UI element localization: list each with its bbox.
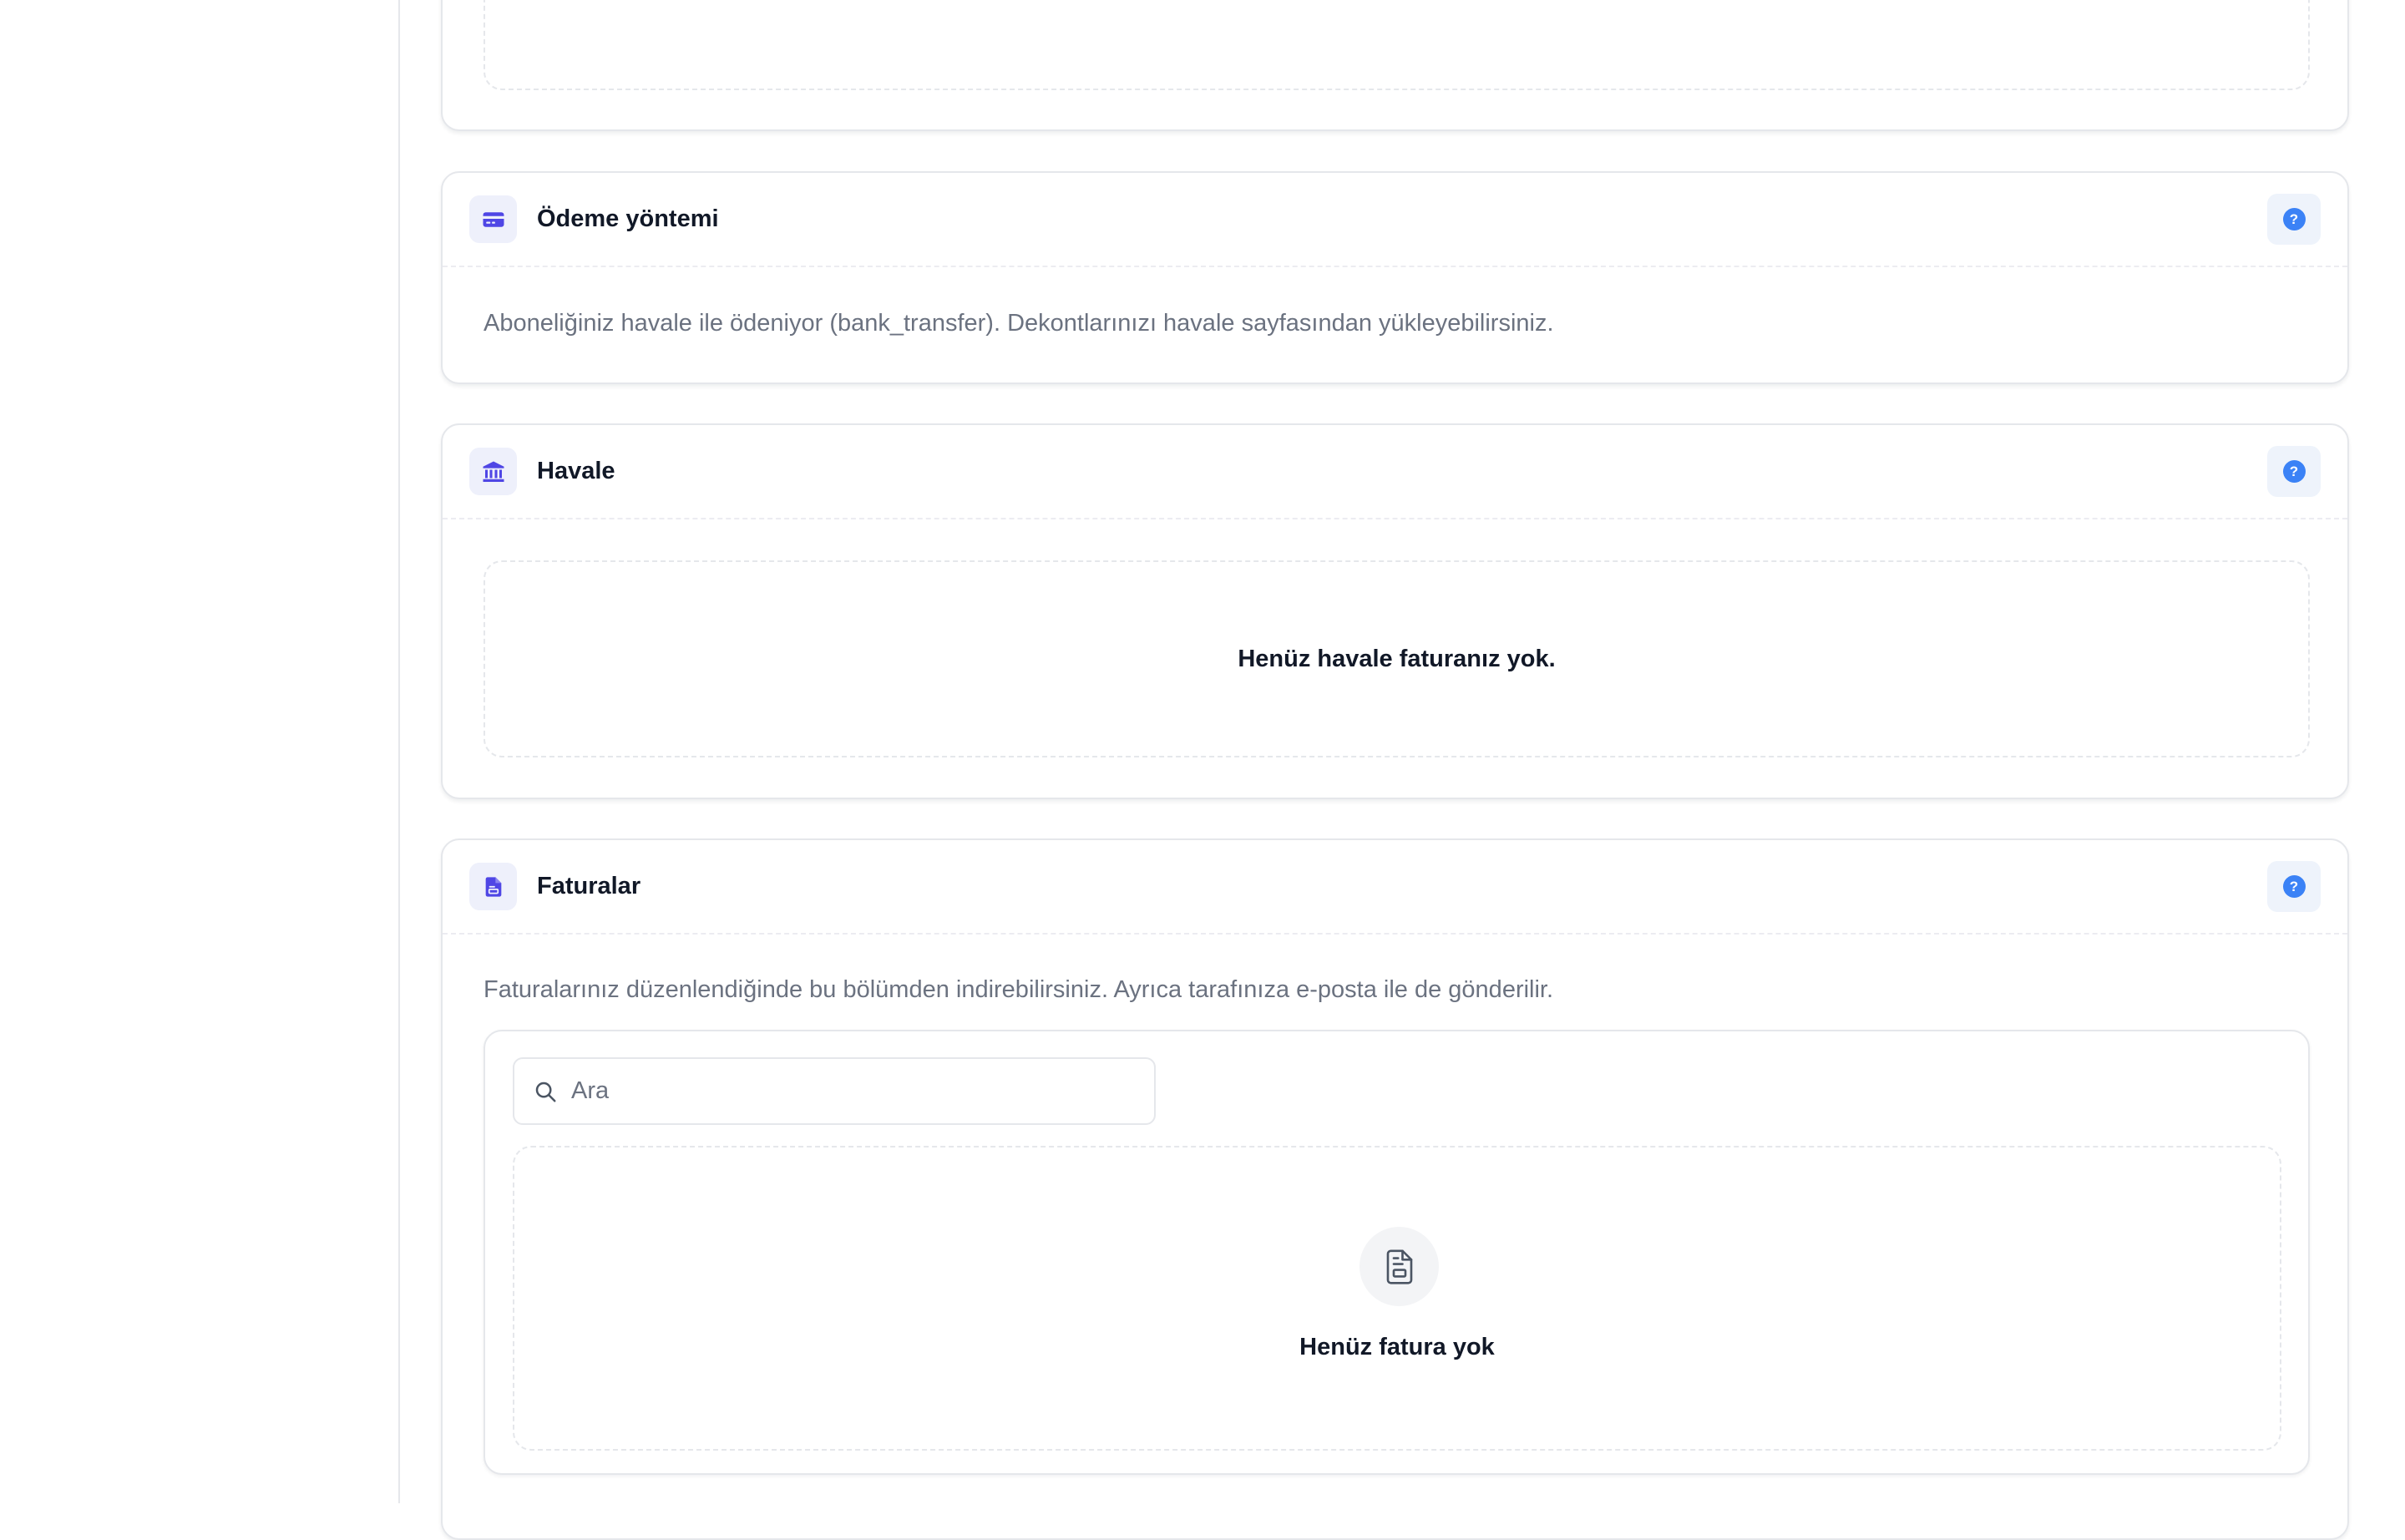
payment-method-description: Aboneliğiniz havale ile ödeniyor (bank_t…: [484, 310, 1554, 337]
document-icon: [469, 863, 517, 910]
bank-transfer-help-button[interactable]: ?: [2267, 446, 2321, 497]
sidebar: [0, 0, 400, 1503]
search-input[interactable]: [571, 1077, 1122, 1105]
payment-method-header: Ödeme yöntemi ?: [443, 173, 2347, 267]
invoices-title: Faturalar: [537, 873, 641, 899]
bank-transfer-empty-state: Henüz havale faturanız yok.: [484, 560, 2310, 757]
bank-transfer-card: Havale ? Henüz havale faturanız yok.: [441, 423, 2349, 799]
question-circle-icon: ?: [2282, 208, 2306, 230]
invoices-help-button[interactable]: ?: [2267, 861, 2321, 912]
invoices-search[interactable]: [513, 1057, 1156, 1125]
search-icon: [533, 1079, 558, 1104]
question-circle-icon: ?: [2282, 875, 2306, 898]
invoices-description: Faturalarınız düzenlendiğinde bu bölümde…: [484, 976, 1554, 1003]
bank-icon: [469, 448, 517, 495]
invoices-card: Faturalar ? Faturalarınız düzenlendiğind…: [441, 838, 2349, 1540]
payment-method-help-button[interactable]: ?: [2267, 194, 2321, 245]
bank-transfer-title: Havale: [537, 458, 615, 484]
bank-transfer-header: Havale ?: [443, 425, 2347, 519]
invoices-empty-state: Henüz fatura yok: [513, 1146, 2281, 1451]
document-outline-icon: [1359, 1227, 1439, 1306]
credit-card-icon: [469, 195, 517, 243]
invoices-header: Faturalar ?: [443, 840, 2347, 935]
previous-section-empty-state: [484, 0, 2310, 90]
bank-transfer-empty-message: Henüz havale faturanız yok.: [1238, 645, 1556, 672]
question-circle-icon: ?: [2282, 460, 2306, 483]
main-content: Ödeme yöntemi ? Aboneliğiniz havale ile …: [400, 0, 2405, 1540]
previous-section-card: [441, 0, 2349, 131]
invoices-table-panel: Henüz fatura yok: [484, 1030, 2310, 1475]
payment-method-title: Ödeme yöntemi: [537, 205, 719, 232]
payment-method-card: Ödeme yöntemi ? Aboneliğiniz havale ile …: [441, 171, 2349, 384]
invoices-empty-message: Henüz fatura yok: [1299, 1334, 1495, 1360]
